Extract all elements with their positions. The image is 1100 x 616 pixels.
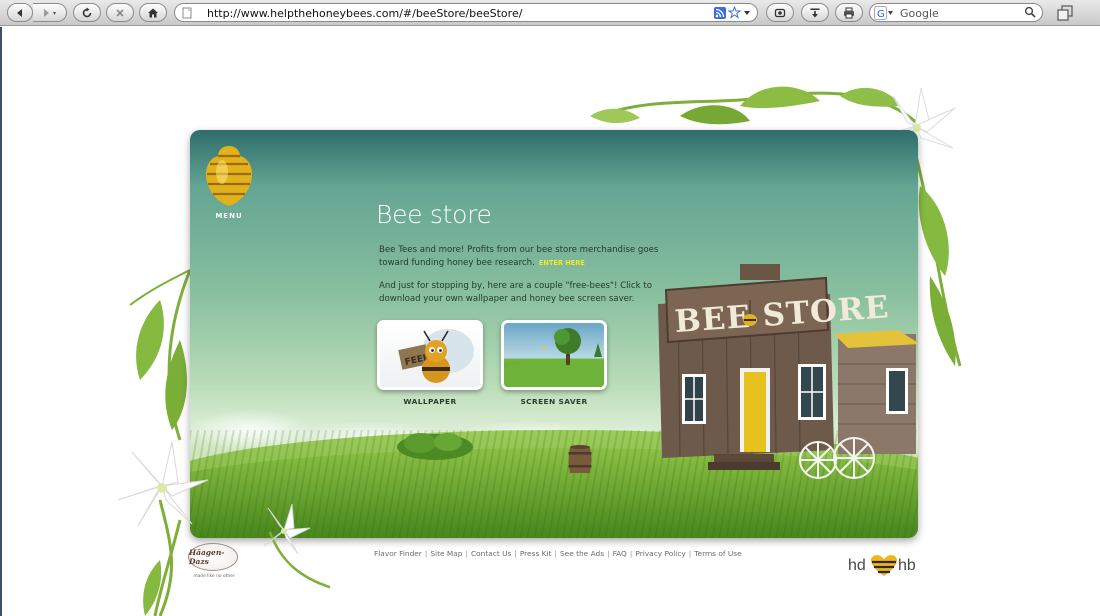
- footer-separator: |: [424, 549, 428, 558]
- address-bar[interactable]: http://www.helpthehoneybees.com/#/beeSto…: [174, 3, 758, 22]
- footer-separator: |: [688, 549, 692, 558]
- print-icon: [844, 7, 854, 18]
- bee-store-building: BEE STORE: [658, 264, 918, 479]
- download-icon: [810, 8, 820, 17]
- page-icon: [181, 7, 193, 22]
- hdhb-logo[interactable]: hd hb: [846, 553, 922, 579]
- home-button[interactable]: [139, 3, 167, 22]
- window-button[interactable]: [1052, 2, 1078, 23]
- rss-icon[interactable]: [714, 6, 726, 19]
- hive-menu-icon[interactable]: [204, 144, 254, 208]
- svg-text:G: G: [877, 9, 885, 20]
- stop-icon: [116, 8, 124, 17]
- wallpaper-label[interactable]: WALLPAPER: [377, 397, 483, 406]
- bee-character-icon: FEEL: [398, 329, 474, 383]
- footer-separator: |: [554, 549, 557, 558]
- bee-store-panel: MENU Bee store Bee Tees and more! Profit…: [190, 130, 918, 538]
- footer-link-see-the-ads[interactable]: See the Ads: [560, 549, 604, 558]
- home-icon: [148, 8, 158, 17]
- footer-link-press-kit[interactable]: Press Kit: [520, 549, 552, 558]
- striped-heart-icon: [871, 555, 897, 576]
- search-engine-icon[interactable]: G: [874, 6, 896, 20]
- haagen-dazs-tagline: made like no other: [193, 574, 235, 579]
- reload-button[interactable]: [73, 3, 101, 22]
- hdhb-logo-right: hb: [898, 557, 916, 574]
- freebies-text: And just for stopping by, here are a cou…: [379, 281, 652, 304]
- footer-link-flavor-finder[interactable]: Flavor Finder: [374, 549, 422, 558]
- screenshot-icon: [774, 8, 786, 17]
- footer-link-faq[interactable]: FAQ: [613, 549, 627, 558]
- search-bar[interactable]: G Google: [869, 3, 1043, 22]
- footer-links: Flavor Finder | Site Map | Contact Us | Pre…: [374, 549, 774, 558]
- back-button[interactable]: [7, 3, 33, 22]
- url-text: http://www.helpthehoneybees.com/#/beeSto…: [207, 7, 523, 20]
- footer-separator: |: [465, 549, 468, 558]
- footer-link-privacy-policy[interactable]: Privacy Policy: [635, 549, 685, 558]
- page-title: Bee store: [376, 200, 492, 229]
- enter-here-link[interactable]: ENTER HERE: [539, 259, 585, 267]
- hdhb-logo-left: hd: [848, 557, 866, 574]
- window-icon: [1057, 4, 1073, 21]
- menu-label[interactable]: MENU: [204, 212, 254, 220]
- magnifier-icon[interactable]: [1024, 6, 1036, 21]
- print-button[interactable]: [835, 3, 863, 22]
- chevron-down-icon[interactable]: [743, 9, 751, 17]
- stop-button[interactable]: [106, 3, 134, 22]
- bookmark-star-icon[interactable]: [728, 6, 741, 19]
- wallpaper-thumbnail[interactable]: FEEL: [377, 320, 483, 390]
- browser-toolbar: http://www.helpthehoneybees.com/#/beeSto…: [0, 0, 1100, 26]
- download-button[interactable]: [801, 3, 829, 22]
- store-intro-text: Bee Tees and more! Profits from our bee …: [379, 244, 679, 269]
- forward-arrow-icon: [43, 8, 56, 17]
- screen-saver-thumbnail[interactable]: [501, 320, 607, 390]
- footer-link-contact-us[interactable]: Contact Us: [471, 549, 511, 558]
- screen-saver-label[interactable]: SCREEN SAVER: [501, 397, 607, 406]
- store-intro-body: Bee Tees and more! Profits from our bee …: [379, 245, 659, 268]
- forward-button[interactable]: [33, 3, 67, 22]
- footer-separator: |: [629, 549, 633, 558]
- footer-separator: |: [607, 549, 610, 558]
- back-arrow-icon: [17, 8, 22, 17]
- footer-link-terms-of-use[interactable]: Terms of Use: [694, 549, 741, 558]
- search-input[interactable]: Google: [900, 7, 939, 20]
- haagen-dazs-logo[interactable]: Häagen-Dazs made like no other: [186, 541, 242, 587]
- footer-separator: |: [514, 549, 517, 558]
- reload-icon: [82, 7, 92, 17]
- tree-landscape-icon: [504, 328, 604, 387]
- screenshot-button[interactable]: [766, 3, 794, 22]
- haagen-dazs-wordmark: Häagen-Dazs: [188, 543, 238, 571]
- window-edge: [0, 27, 2, 616]
- footer-link-site-map[interactable]: Site Map: [430, 549, 462, 558]
